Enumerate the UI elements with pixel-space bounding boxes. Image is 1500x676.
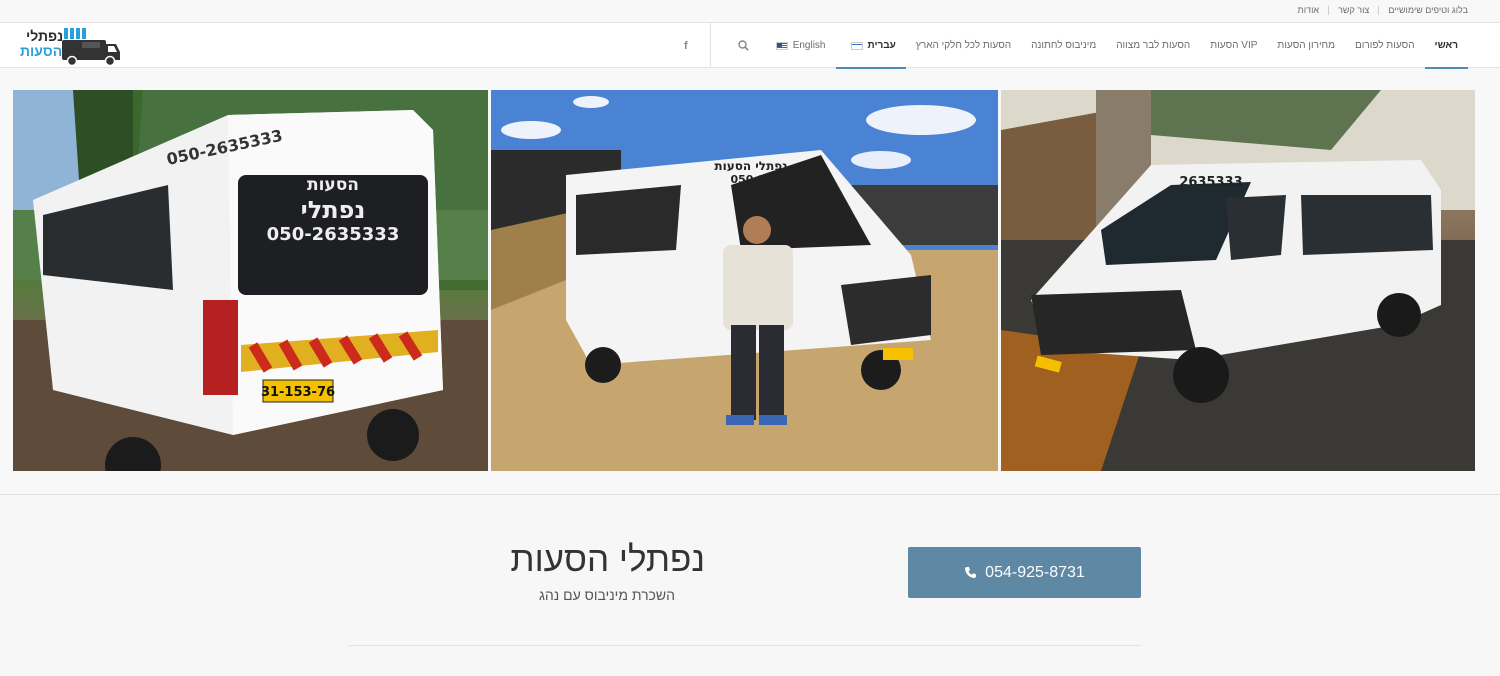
rear-plate-text: 31-153-76 [261, 385, 335, 400]
rear-window-name: נפתלי [301, 196, 366, 224]
nav-item-home[interactable]: ראשי [1424, 23, 1469, 69]
main-nav: ראשי הסעות לפורום מחירון הסעות הסעות VIP… [672, 23, 1469, 69]
photo-gallery: 31-153-76 הסעות נפתלי 050-2635333 050-26… [13, 90, 1475, 471]
nav-item-price-list[interactable]: מחירון הסעות [1267, 23, 1345, 68]
logo-line-2: הסעות [20, 43, 63, 59]
top-link-separator [1378, 5, 1380, 15]
site-header: נפתלי הסעות ראשי הסעות לפורום מחירון הסע… [0, 23, 1500, 69]
top-link-separator [1328, 5, 1330, 15]
photo-minibus-front[interactable]: 2635333 [1001, 90, 1475, 471]
top-links: בלוג וטיפים שימושיים צור קשר אודות [1298, 5, 1468, 15]
driver-photo-van-title: נפתלי הסעות [714, 159, 787, 173]
front-van-phone-text: 2635333 [1179, 175, 1242, 190]
lang-english[interactable]: English [761, 23, 836, 68]
facebook-link[interactable]: f [672, 23, 700, 68]
nav-label: מחירון הסעות [1277, 40, 1336, 51]
page-title: נפתלי הסעות [510, 540, 705, 579]
search-button[interactable] [726, 23, 761, 68]
top-link-about[interactable]: אודות [1298, 5, 1320, 15]
facebook-icon: f [684, 39, 688, 52]
logo-line-1: נפתלי [26, 28, 64, 44]
top-utility-bar: בלוג וטיפים שימושיים צור קשר אודות [0, 0, 1500, 23]
top-link-blog[interactable]: בלוג וטיפים שימושיים [1388, 5, 1468, 15]
nav-divider [709, 23, 711, 68]
section-divider [348, 645, 1141, 646]
lang-hebrew[interactable]: עברית [835, 23, 907, 69]
nav-label: הסעות לבר מצווה [1116, 40, 1191, 51]
phone-number: 054-925-8731 [985, 563, 1085, 581]
rear-window-title: הסעות [307, 175, 359, 195]
top-link-contact[interactable]: צור קשר [1338, 5, 1369, 15]
rear-window-phone: 050-2635333 [267, 224, 400, 245]
nav-item-vip[interactable]: הסעות VIP [1200, 23, 1267, 68]
hero-section: נפתלי הסעות השכרת מיניבוס עם נהג 054-925… [0, 494, 1500, 676]
minibus-rear-image: 31-153-76 הסעות נפתלי 050-2635333 050-26… [13, 90, 488, 471]
minibus-front-image: 2635333 [1001, 90, 1475, 471]
nav-item-bar-mitzvah[interactable]: הסעות לבר מצווה [1106, 23, 1200, 68]
israel-flag-icon [850, 41, 863, 50]
page: בלוג וטיפים שימושיים צור קשר אודות נפתלי… [0, 0, 1500, 676]
us-flag-icon [775, 41, 788, 50]
lang-english-label: English [792, 40, 826, 51]
van-logo-icon [62, 28, 120, 67]
nav-item-nationwide[interactable]: הסעות לכל חלקי הארץ [906, 23, 1021, 68]
photo-minibus-rear[interactable]: 31-153-76 הסעות נפתלי 050-2635333 050-26… [13, 90, 488, 471]
nav-label: ראשי [1434, 40, 1458, 51]
search-icon [737, 40, 749, 51]
photo-driver-minibus[interactable]: נפתלי הסעות 050-2635333 [491, 90, 998, 471]
nav-label: הסעות VIP [1210, 40, 1258, 51]
driver-minibus-image: נפתלי הסעות 050-2635333 [491, 90, 998, 471]
phone-icon [965, 567, 977, 578]
page-subtitle: השכרת מיניבוס עם נהג [539, 587, 675, 603]
driver-photo-van-phone: 050-2635333 [730, 173, 811, 186]
nav-item-forum-transport[interactable]: הסעות לפורום [1345, 23, 1425, 68]
site-logo[interactable]: נפתלי הסעות [20, 25, 124, 67]
nav-label: הסעות לפורום [1355, 40, 1415, 51]
call-phone-button[interactable]: 054-925-8731 [908, 547, 1141, 598]
nav-label: הסעות לכל חלקי הארץ [915, 40, 1012, 51]
lang-hebrew-label: עברית [867, 40, 896, 51]
nav-label: מיניבוס לחתונה [1031, 40, 1097, 51]
nav-item-wedding-minibus[interactable]: מיניבוס לחתונה [1021, 23, 1106, 68]
